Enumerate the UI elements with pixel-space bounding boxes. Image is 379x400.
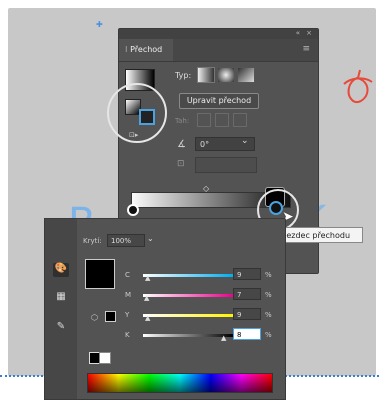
white-swatch[interactable]	[99, 352, 111, 364]
linear-gradient-button[interactable]	[197, 67, 215, 83]
edit-gradient-button[interactable]: Upravit přechod	[179, 93, 259, 109]
anchor-point-marker: ✚	[96, 20, 103, 29]
cyan-input[interactable]: 9	[233, 268, 261, 280]
color-spectrum-bar[interactable]	[87, 373, 273, 393]
magenta-input[interactable]: 7	[233, 288, 261, 300]
radial-gradient-button[interactable]	[217, 67, 235, 83]
slider-knob[interactable]: ▲	[221, 334, 226, 342]
color-panel: 🎨 ▦ ✎ Krytí: 100% ⌄ ⬡ C ▲ 9 % M ▲ 7 % Y …	[44, 218, 286, 400]
black-slider[interactable]	[143, 334, 233, 337]
double-chevron-icon[interactable]: «	[296, 29, 300, 37]
panel-tab-row: ⁝ Přechod ≡	[119, 39, 318, 62]
aspect-ratio-icon: ⊡	[177, 159, 185, 169]
channel-label-c: C	[125, 271, 130, 279]
slider-knob[interactable]: ▲	[144, 294, 149, 302]
yellow-input[interactable]: 9	[233, 308, 261, 320]
type-label: Typ:	[175, 71, 192, 80]
channel-label-k: K	[125, 331, 130, 339]
stroke-label: Tah:	[175, 117, 190, 125]
aspect-ratio-input[interactable]	[195, 157, 257, 173]
swatches-grid-icon[interactable]: ▦	[53, 291, 69, 305]
color-palette-icon[interactable]: 🎨	[53, 263, 69, 277]
angle-icon: ∡	[177, 139, 186, 150]
fill-color-swatch[interactable]	[85, 259, 115, 289]
eyedropper-icon[interactable]: ✎	[53, 321, 69, 335]
percent-unit: %	[265, 331, 272, 339]
percent-unit: %	[265, 311, 272, 319]
reverse-gradient-icon[interactable]: ⊡▸	[129, 131, 138, 139]
hamburger-menu-icon[interactable]: ≡	[302, 44, 310, 54]
chevron-down-icon[interactable]: ⌄	[241, 136, 249, 146]
web-safe-swatch[interactable]	[105, 311, 116, 322]
stroke-within-icon[interactable]	[197, 113, 211, 127]
tab-gradient[interactable]: ⁝ Přechod	[119, 39, 173, 61]
chevron-down-icon[interactable]: ⌄	[147, 234, 154, 243]
slider-knob[interactable]: ▲	[145, 274, 150, 282]
freeform-gradient-button[interactable]	[237, 67, 255, 83]
tab-gradient-label: Přechod	[130, 45, 163, 54]
close-icon[interactable]: ×	[306, 29, 312, 37]
color-panel-sidebar: 🎨 ▦ ✎	[45, 219, 77, 399]
black-input[interactable]: 8	[233, 328, 261, 340]
cyan-slider[interactable]	[143, 274, 233, 277]
percent-unit: %	[265, 291, 272, 299]
magenta-slider[interactable]	[143, 294, 233, 297]
stroke-across-icon[interactable]	[233, 113, 247, 127]
slider-knob[interactable]: ▲	[145, 314, 150, 322]
opacity-input[interactable]: 100%	[107, 234, 145, 247]
opacity-label: Krytí:	[83, 237, 102, 245]
percent-unit: %	[265, 271, 272, 279]
gradient-stop-left[interactable]	[127, 204, 139, 216]
panel-topbar: « ×	[119, 29, 318, 39]
out-of-gamut-cube-icon[interactable]: ⬡	[91, 313, 98, 322]
channel-label-m: M	[125, 291, 132, 299]
yellow-slider[interactable]	[143, 314, 233, 317]
stroke-along-icon[interactable]	[215, 113, 229, 127]
channel-label-y: Y	[125, 311, 130, 319]
acorn-artwork-icon	[343, 69, 373, 104]
tooltip: Jezdec přechodu	[279, 227, 363, 243]
